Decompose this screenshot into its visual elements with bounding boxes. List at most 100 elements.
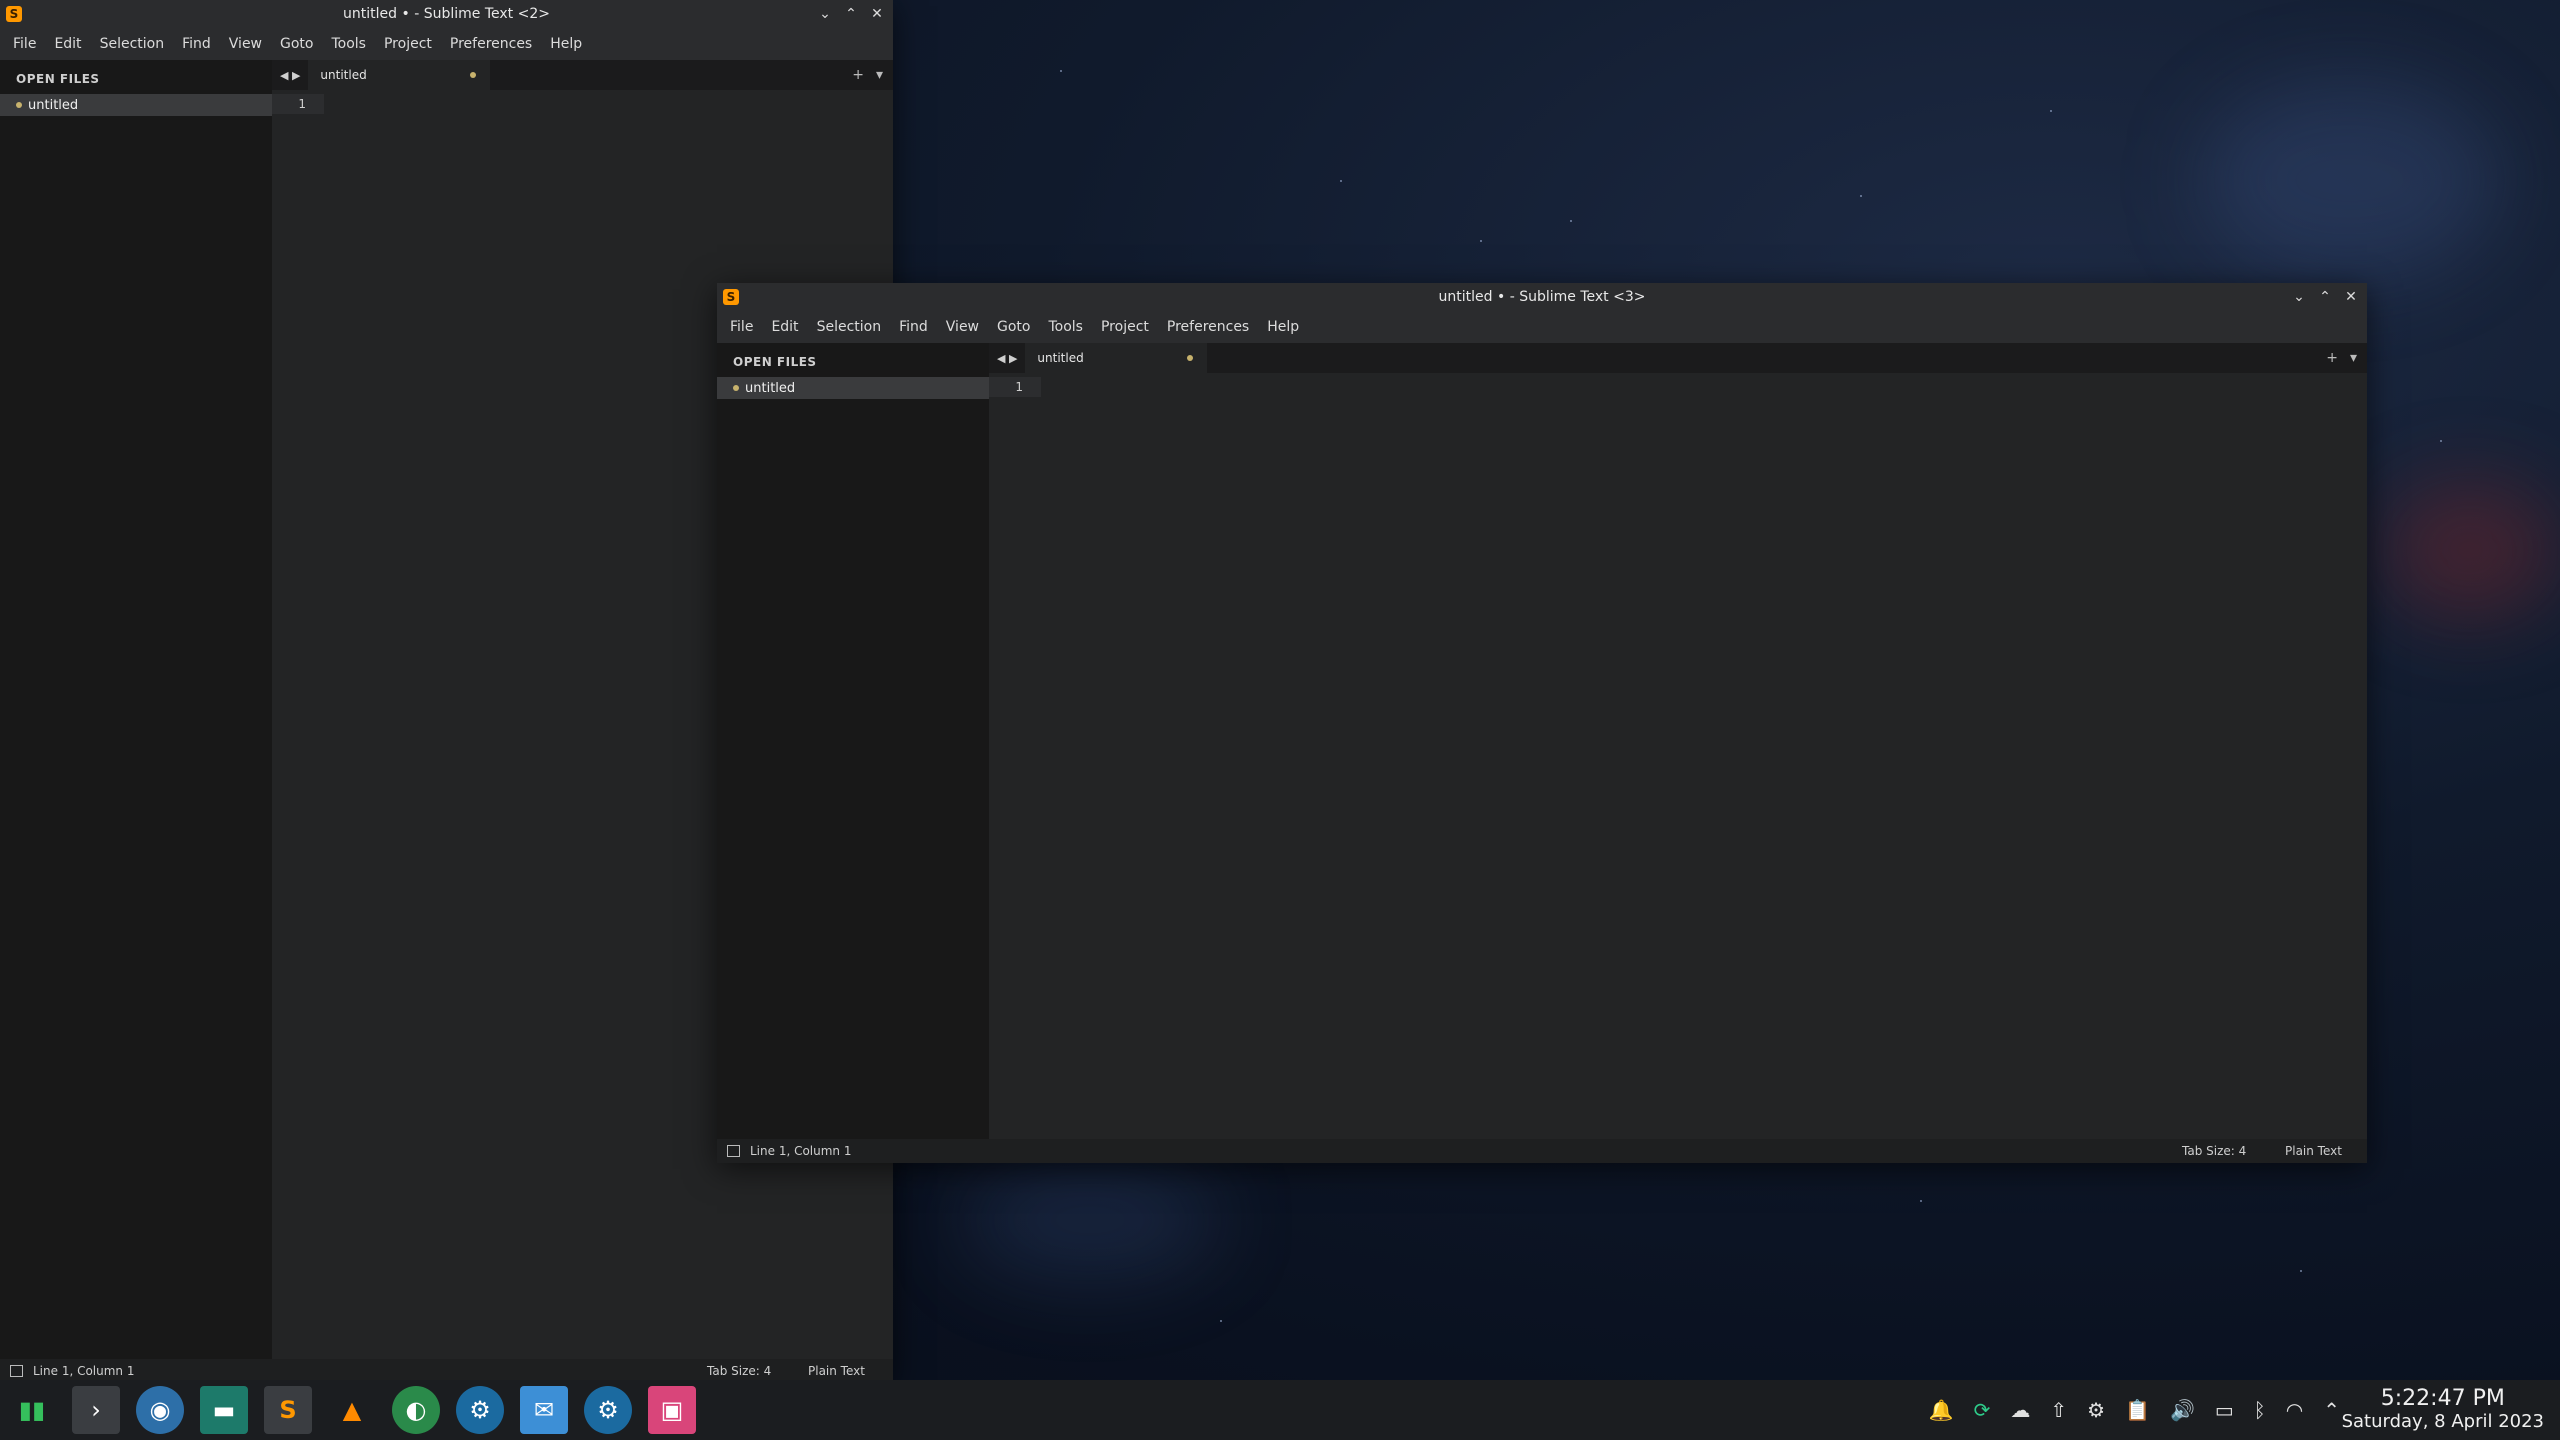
- minimize-icon[interactable]: ⌄: [2289, 287, 2309, 307]
- menu-preferences[interactable]: Preferences: [1158, 319, 1258, 335]
- system-tray: 🔔 ⟳ ☁ ⇧ ⚙ 📋 🔊 ▭ ᛒ ◠ ⌃: [1929, 1380, 2340, 1440]
- wallpaper-nebula: [2200, 80, 2500, 280]
- tab-nav-icon[interactable]: ◀ ▶: [272, 69, 308, 82]
- menu-project[interactable]: Project: [375, 36, 441, 52]
- update-icon[interactable]: ⇧: [2050, 1398, 2067, 1422]
- maximize-icon[interactable]: ⌃: [2315, 287, 2335, 307]
- menu-help[interactable]: Help: [541, 36, 591, 52]
- clock-time: 5:22:47 PM: [2380, 1386, 2505, 1411]
- code-area[interactable]: 1: [989, 373, 2367, 1139]
- panel-toggle-icon[interactable]: [727, 1145, 740, 1157]
- tab-menu-icon[interactable]: ▾: [2350, 350, 2357, 366]
- window-title: untitled • - Sublime Text <2>: [343, 6, 550, 22]
- screenshot-icon[interactable]: ▣: [648, 1386, 696, 1434]
- menu-view[interactable]: View: [220, 36, 271, 52]
- tab-bar: ◀ ▶ untitled + ▾: [989, 343, 2367, 373]
- menu-preferences[interactable]: Preferences: [441, 36, 541, 52]
- menu-view[interactable]: View: [937, 319, 988, 335]
- status-bar: Line 1, Column 1 Tab Size: 4 Plain Text: [717, 1139, 2367, 1163]
- line-number: 1: [272, 94, 324, 114]
- steam-icon[interactable]: ⚙: [584, 1386, 632, 1434]
- notification-icon[interactable]: 🔔: [1929, 1398, 1954, 1422]
- tab-bar: ◀ ▶ untitled + ▾: [272, 60, 893, 90]
- chevron-up-icon[interactable]: ⌃: [2323, 1398, 2340, 1422]
- tab-untitled[interactable]: untitled: [308, 60, 491, 90]
- editor-area: ◀ ▶ untitled + ▾ 1: [989, 343, 2367, 1139]
- menu-find[interactable]: Find: [890, 319, 937, 335]
- status-position[interactable]: Line 1, Column 1: [33, 1364, 135, 1378]
- tab-label: untitled: [1037, 351, 1084, 365]
- modified-dot-icon: [733, 385, 739, 391]
- tab-nav-icon[interactable]: ◀ ▶: [989, 352, 1025, 365]
- new-tab-icon[interactable]: +: [852, 67, 864, 83]
- menu-tools[interactable]: Tools: [1039, 319, 1092, 335]
- menu-find[interactable]: Find: [173, 36, 220, 52]
- battery-icon[interactable]: ▭: [2215, 1398, 2234, 1422]
- wallpaper-nebula-bottom: [960, 1160, 1220, 1280]
- clock-date: Saturday, 8 April 2023: [2341, 1411, 2544, 1432]
- sublime-icon: S: [723, 289, 739, 305]
- menu-tools[interactable]: Tools: [322, 36, 375, 52]
- volume-icon[interactable]: 🔊: [2170, 1398, 2195, 1422]
- taskbar: ▮▮ › ◉ ▬ S ▲ ◐ ⚙ ✉ ⚙ ▣ 🔔 ⟳ ☁ ⇧ ⚙ 📋 🔊 ▭ ᛒ…: [0, 1380, 2560, 1440]
- sidebar-item-label: untitled: [28, 97, 79, 113]
- vpn-icon[interactable]: ◐: [392, 1386, 440, 1434]
- sidebar: OPEN FILES untitled: [0, 60, 272, 1359]
- title-bar[interactable]: S untitled • - Sublime Text <3> ⌄ ⌃ ✕: [717, 283, 2367, 311]
- close-icon[interactable]: ✕: [867, 4, 887, 24]
- terminal-icon[interactable]: ›: [72, 1386, 120, 1434]
- status-tab-size[interactable]: Tab Size: 4: [2182, 1144, 2246, 1158]
- modified-dot-icon: [1187, 355, 1194, 361]
- menu-file[interactable]: File: [721, 319, 762, 335]
- panel-toggle-icon[interactable]: [10, 1365, 23, 1377]
- clipboard-icon[interactable]: 📋: [2125, 1398, 2150, 1422]
- status-syntax[interactable]: Plain Text: [2285, 1144, 2342, 1158]
- menu-edit[interactable]: Edit: [45, 36, 90, 52]
- status-position[interactable]: Line 1, Column 1: [750, 1144, 852, 1158]
- sidebar-item-untitled[interactable]: untitled: [0, 94, 272, 116]
- browser-icon[interactable]: ◉: [136, 1386, 184, 1434]
- minimize-icon[interactable]: ⌄: [815, 4, 835, 24]
- cloud-icon[interactable]: ☁: [2010, 1398, 2030, 1422]
- window-title: untitled • - Sublime Text <3>: [1438, 289, 1646, 305]
- manjaro-logo-icon[interactable]: ▮▮: [8, 1386, 56, 1434]
- wifi-icon[interactable]: ◠: [2286, 1398, 2303, 1422]
- close-icon[interactable]: ✕: [2341, 287, 2361, 307]
- sidebar-item-label: untitled: [745, 380, 796, 396]
- sidebar: OPEN FILES untitled: [717, 343, 989, 1139]
- files-icon[interactable]: ▬: [200, 1386, 248, 1434]
- sync-icon[interactable]: ⟳: [1974, 1398, 1991, 1422]
- status-tab-size[interactable]: Tab Size: 4: [707, 1364, 771, 1378]
- new-tab-icon[interactable]: +: [2326, 350, 2338, 366]
- mail-icon[interactable]: ✉: [520, 1386, 568, 1434]
- menu-goto[interactable]: Goto: [271, 36, 322, 52]
- bluetooth-icon[interactable]: ᛒ: [2254, 1398, 2266, 1422]
- menu-bar: File Edit Selection Find View Goto Tools…: [717, 311, 2367, 343]
- menu-help[interactable]: Help: [1258, 319, 1308, 335]
- menu-selection[interactable]: Selection: [91, 36, 174, 52]
- sidebar-item-untitled[interactable]: untitled: [717, 377, 989, 399]
- menu-project[interactable]: Project: [1092, 319, 1158, 335]
- modified-dot-icon: [16, 102, 22, 108]
- tab-untitled[interactable]: untitled: [1025, 343, 1208, 373]
- maximize-icon[interactable]: ⌃: [841, 4, 861, 24]
- tab-menu-icon[interactable]: ▾: [876, 67, 883, 83]
- modified-dot-icon: [470, 72, 477, 78]
- menu-edit[interactable]: Edit: [762, 319, 807, 335]
- sidebar-header: OPEN FILES: [733, 355, 817, 369]
- menu-selection[interactable]: Selection: [808, 319, 891, 335]
- steam-icon[interactable]: ⚙: [456, 1386, 504, 1434]
- sublime-icon[interactable]: S: [264, 1386, 312, 1434]
- title-bar[interactable]: S untitled • - Sublime Text <2> ⌄ ⌃ ✕: [0, 0, 893, 28]
- vlc-icon[interactable]: ▲: [328, 1386, 376, 1434]
- clock[interactable]: 5:22:47 PM Saturday, 8 April 2023: [2342, 1386, 2544, 1432]
- menu-goto[interactable]: Goto: [988, 319, 1039, 335]
- sidebar-header: OPEN FILES: [16, 72, 100, 86]
- line-number: 1: [989, 377, 1041, 397]
- status-syntax[interactable]: Plain Text: [808, 1364, 865, 1378]
- sublime-window-3[interactable]: S untitled • - Sublime Text <3> ⌄ ⌃ ✕ Fi…: [717, 283, 2367, 1163]
- menu-file[interactable]: File: [4, 36, 45, 52]
- wallpaper-nebula-red: [2380, 480, 2560, 620]
- steam-icon[interactable]: ⚙: [2087, 1398, 2105, 1422]
- sublime-icon: S: [6, 6, 22, 22]
